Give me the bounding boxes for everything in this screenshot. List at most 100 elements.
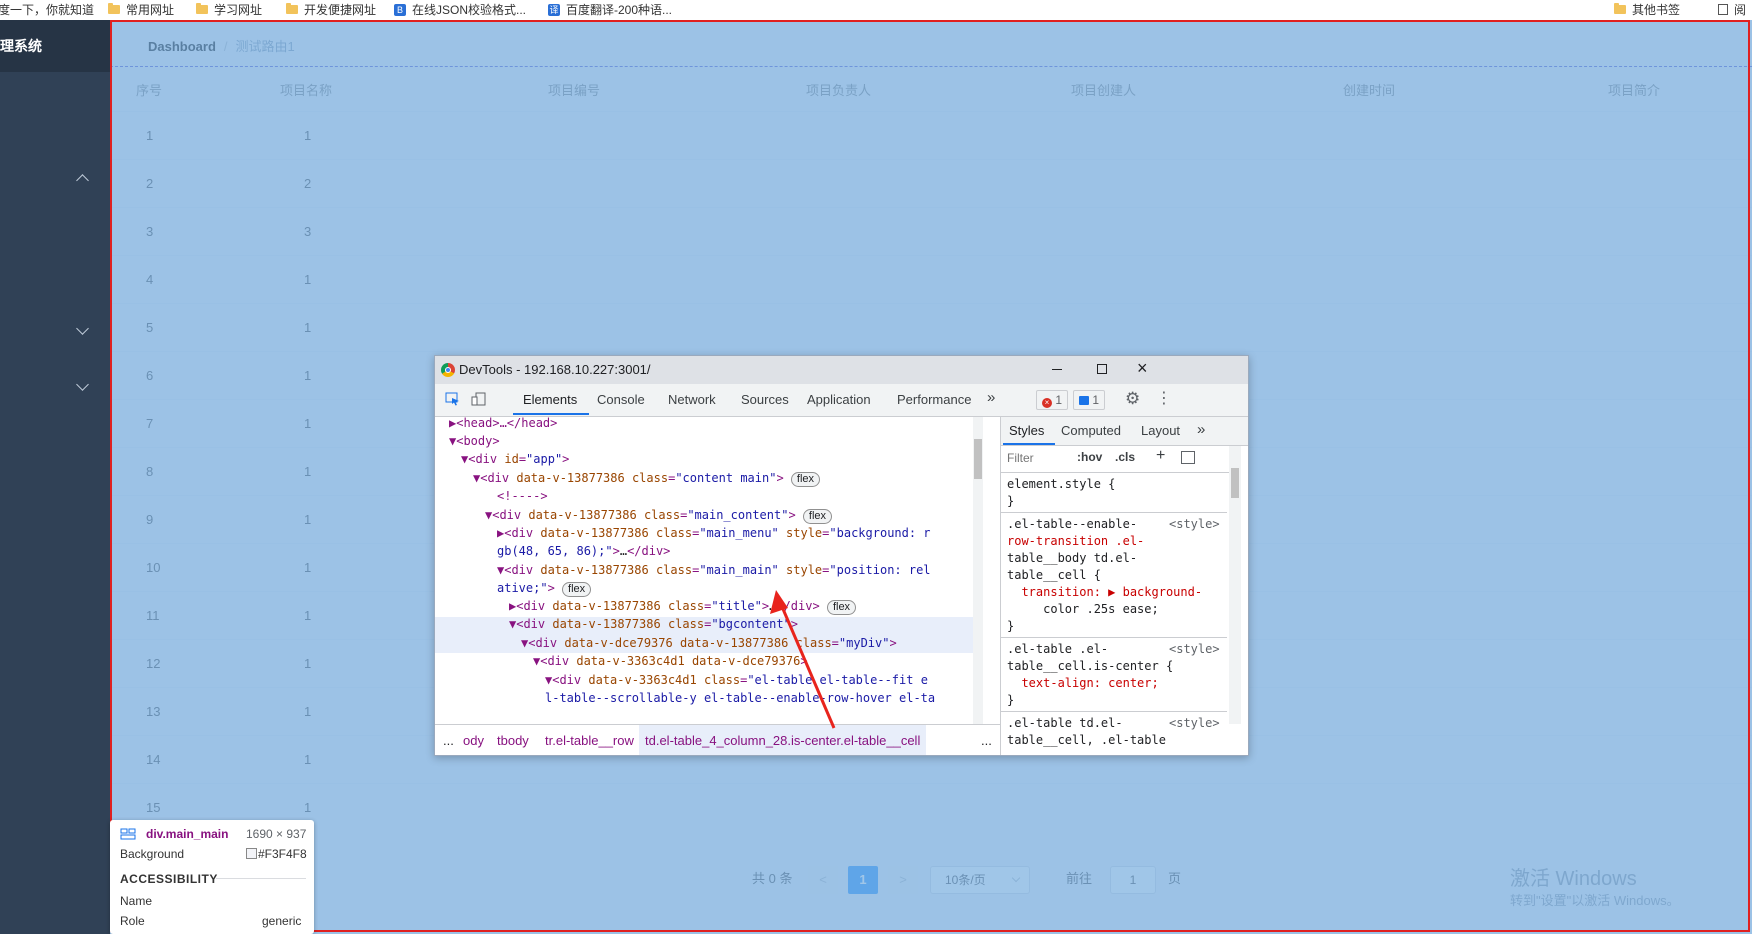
tab-console[interactable]: Console xyxy=(597,392,645,407)
crumb-more-end[interactable]: ... xyxy=(981,733,992,748)
style-rule-line[interactable]: } xyxy=(1007,618,1014,635)
style-rule-line[interactable]: table__cell, .el-table xyxy=(1007,732,1166,749)
cell-name: 1 xyxy=(304,464,312,479)
style-rule-line[interactable]: } xyxy=(1007,493,1014,510)
dom-line-title[interactable]: ▶<div data-v-13877386 class="title">…</d… xyxy=(509,597,857,615)
style-rule-line[interactable]: text-align: center; xyxy=(1007,675,1158,692)
styles-filter-input[interactable] xyxy=(1005,449,1069,467)
tab-elements[interactable]: Elements xyxy=(523,392,577,407)
style-rule-line[interactable]: element.style { xyxy=(1007,476,1115,493)
bookmark-folder-common[interactable]: 常用网址 xyxy=(108,1,174,18)
table-row[interactable]: 11 xyxy=(110,112,1752,160)
style-source-link[interactable]: <style> xyxy=(1169,641,1220,658)
flex-badge[interactable]: flex xyxy=(562,582,592,597)
style-source-link[interactable]: <style> xyxy=(1169,516,1220,533)
style-rule-line[interactable]: .el-table td.el- xyxy=(1007,715,1123,732)
dom-line-comment[interactable]: <!----> xyxy=(497,487,548,505)
hov-toggle[interactable]: :hov xyxy=(1077,450,1102,464)
chevron-up-icon[interactable] xyxy=(76,174,89,187)
cls-toggle[interactable]: .cls xyxy=(1115,450,1135,464)
cell-index: 11 xyxy=(146,608,160,623)
flex-badge[interactable]: flex xyxy=(790,472,821,487)
maximize-icon[interactable] xyxy=(1097,364,1107,374)
style-rule-line[interactable]: table__body td.el- xyxy=(1007,550,1137,567)
table-row[interactable]: 51 xyxy=(110,304,1752,352)
dom-line-el-table-cont[interactable]: l-table--scrollable-y el-table--enable-r… xyxy=(545,689,935,707)
bookmark-folder-study[interactable]: 学习网址 xyxy=(196,1,262,18)
bookmark-folder-dev[interactable]: 开发便捷网址 xyxy=(286,1,376,18)
style-rule-line[interactable]: color .25s ease; xyxy=(1007,601,1159,618)
new-rule-icon[interactable]: + xyxy=(1156,447,1165,465)
dom-line-main-content[interactable]: ▼<div data-v-13877386 class="main_conten… xyxy=(485,506,833,524)
flex-badge[interactable]: flex xyxy=(802,509,833,524)
tab-network[interactable]: Network xyxy=(668,392,716,407)
toggle-sidebar-icon[interactable] xyxy=(1181,451,1195,464)
chevron-down-icon[interactable] xyxy=(76,322,89,335)
dom-line-mydiv[interactable]: ▼<div data-v-dce79376 data-v-13877386 cl… xyxy=(521,634,897,652)
table-row[interactable]: 33 xyxy=(110,208,1752,256)
close-icon[interactable]: × xyxy=(1137,359,1148,377)
style-rule-line[interactable]: .el-table .el- xyxy=(1007,641,1108,658)
chevron-down-icon[interactable] xyxy=(76,378,89,391)
gear-icon[interactable]: ⚙ xyxy=(1125,389,1140,409)
pagination-next-button[interactable]: > xyxy=(888,866,918,894)
crumb-td[interactable]: td.el-table_4_column_28.is-center.el-tab… xyxy=(639,725,927,755)
device-toolbar-icon[interactable] xyxy=(471,392,487,406)
crumb-tbody[interactable]: tbody xyxy=(497,733,529,748)
dom-line-head[interactable]: ▶<head>…</head> xyxy=(449,417,557,432)
bookmark-label: 其他书签 xyxy=(1632,3,1681,17)
crumb-body[interactable]: ody xyxy=(463,733,484,748)
dom-line-main-menu-cont[interactable]: gb(48, 65, 86);">…</div> xyxy=(497,542,670,560)
flex-badge[interactable]: flex xyxy=(826,600,857,615)
style-rule-line[interactable]: table__cell.is-center { xyxy=(1007,658,1173,675)
dom-line-app[interactable]: ▼<div id="app"> xyxy=(461,450,569,468)
style-rule-line[interactable]: table__cell { xyxy=(1007,567,1101,584)
dom-line-content-main[interactable]: ▼<div data-v-13877386 class="content mai… xyxy=(473,469,821,487)
dom-line-bgcontent[interactable]: ▼<div data-v-13877386 class="bgcontent"> xyxy=(509,615,798,633)
minimize-icon[interactable] xyxy=(1052,369,1062,370)
pagination-goto-label: 前往 xyxy=(1066,871,1093,886)
tab-computed[interactable]: Computed xyxy=(1061,423,1121,438)
pagination-goto-input[interactable]: 1 xyxy=(1110,866,1156,894)
more-tabs-icon[interactable]: » xyxy=(987,389,995,406)
error-count-badge[interactable]: × 1 xyxy=(1036,390,1069,410)
dom-line-main-main[interactable]: ▼<div data-v-13877386 class="main_main" … xyxy=(497,561,931,579)
style-source-link[interactable]: <style> xyxy=(1169,715,1220,732)
pagination-page-1[interactable]: 1 xyxy=(848,866,878,894)
style-rule-line[interactable]: row-transition .el- xyxy=(1007,533,1144,550)
bookmark-other[interactable]: 其他书签 xyxy=(1614,1,1680,18)
dom-line-main-menu[interactable]: ▶<div data-v-13877386 class="main_menu" … xyxy=(497,524,931,542)
style-rule-line[interactable]: } xyxy=(1007,692,1014,709)
bookmark-reading-list[interactable]: 阅 xyxy=(1718,1,1746,18)
page-size-select[interactable]: 10条/页 xyxy=(930,866,1030,894)
dom-line-el-table[interactable]: ▼<div data-v-3363c4d1 class="el-table el… xyxy=(545,671,928,689)
dom-line-body[interactable]: ▼<body> xyxy=(449,432,500,450)
tab-layout[interactable]: Layout xyxy=(1141,423,1180,438)
table-row[interactable]: 41 xyxy=(110,256,1752,304)
table-row[interactable]: 15 1 xyxy=(110,784,1752,832)
table-row[interactable]: 22 xyxy=(110,160,1752,208)
styles-scrollbar[interactable] xyxy=(1229,446,1241,724)
crumb-tr[interactable]: tr.el-table__row xyxy=(545,733,634,748)
pagination-prev-button[interactable]: < xyxy=(808,866,838,894)
bookmark-translate[interactable]: 译百度翻译-200种语... xyxy=(548,1,672,18)
kebab-menu-icon[interactable]: ⋮ xyxy=(1156,388,1172,408)
breadcrumb-home[interactable]: Dashboard xyxy=(148,39,216,54)
dom-line-wrapper[interactable]: ▼<div data-v-3363c4d1 data-v-dce79376> xyxy=(533,652,808,670)
bookmark-json[interactable]: B 在线JSON校验格式... xyxy=(394,1,526,18)
tab-styles[interactable]: Styles xyxy=(1009,423,1044,438)
crumb-more[interactable]: ... xyxy=(443,733,454,748)
message-count-badge[interactable]: 1 xyxy=(1073,390,1106,410)
dom-scrollbar[interactable] xyxy=(973,417,983,724)
more-panes-icon[interactable]: » xyxy=(1197,421,1205,438)
style-rule-line[interactable]: .el-table--enable- xyxy=(1007,516,1137,533)
dom-line-main-main-cont[interactable]: ative;"> flex xyxy=(497,579,592,597)
tab-performance[interactable]: Performance xyxy=(897,392,971,407)
inspect-element-icon[interactable] xyxy=(445,392,461,406)
cell-name: 2 xyxy=(304,176,312,191)
style-rule-line[interactable]: transition: ▶ background- xyxy=(1007,584,1202,601)
tab-application[interactable]: Application xyxy=(807,392,871,407)
tab-sources[interactable]: Sources xyxy=(741,392,789,407)
devtools-titlebar[interactable]: DevTools - 192.168.10.227:3001/ × xyxy=(435,356,1248,384)
bookmark-baidu[interactable]: 度一下，你就知道 xyxy=(0,1,94,18)
